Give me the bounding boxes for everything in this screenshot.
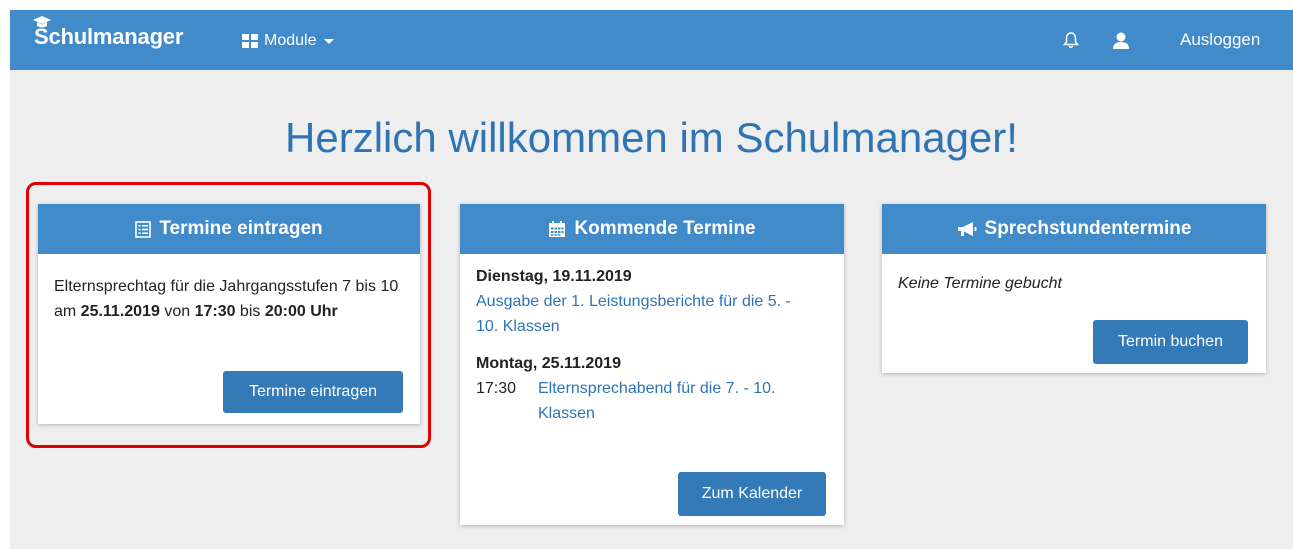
event-group: Montag, 25.11.2019 17:30 Elternsprechabe… (476, 351, 828, 426)
page: Schulmanager Module Ausloggen Herzlich w… (10, 10, 1293, 549)
modules-label: Module (264, 32, 317, 49)
button-label: Zum Kalender (701, 485, 803, 502)
event-link[interactable]: Ausgabe der 1. Leistungsberichte für die… (476, 289, 796, 339)
megaphone-icon (957, 222, 977, 236)
termin-buchen-button[interactable]: Termin buchen (1093, 320, 1248, 364)
logout-link[interactable]: Ausloggen (1180, 10, 1260, 70)
graduation-cap-icon (33, 16, 51, 28)
event-day: Dienstag, 19.11.2019 (476, 268, 632, 285)
notifications-button[interactable] (1063, 10, 1079, 70)
logout-label: Ausloggen (1180, 30, 1261, 49)
brand-logo[interactable]: Schulmanager (33, 16, 184, 50)
empty-state-text: Keine Termine gebucht (898, 275, 1062, 292)
sprechstunden-card: Sprechstundentermine Keine Termine gebuc… (882, 204, 1266, 373)
card-body: Dienstag, 19.11.2019 Ausgabe der 1. Leis… (460, 254, 844, 440)
button-label: Termin buchen (1118, 333, 1223, 350)
card-title: Sprechstundentermine (984, 218, 1192, 239)
calendar-icon (549, 221, 566, 237)
profile-button[interactable] (1113, 10, 1129, 70)
card-body: Keine Termine gebucht (882, 254, 1266, 310)
card-title: Kommende Termine (574, 218, 756, 239)
zum-kalender-button[interactable]: Zum Kalender (678, 472, 826, 516)
card-header: Kommende Termine (460, 204, 844, 254)
kommende-termine-card: Kommende Termine Dienstag, 19.11.2019 Au… (460, 204, 844, 525)
page-title: Herzlich willkommen im Schulmanager! (285, 114, 1018, 161)
user-icon (1113, 32, 1129, 49)
event-group: Dienstag, 19.11.2019 Ausgabe der 1. Leis… (476, 264, 828, 339)
event-day: Montag, 25.11.2019 (476, 355, 621, 372)
card-header: Sprechstundentermine (882, 204, 1266, 254)
event-time: 17:30 (476, 380, 517, 397)
highlight-annotation (26, 182, 431, 448)
grid-icon (242, 34, 258, 48)
brand-text: Schulmanager (34, 24, 184, 49)
top-navbar: Schulmanager Module Ausloggen (10, 10, 1293, 70)
bell-icon (1063, 32, 1079, 48)
modules-menu[interactable]: Module (242, 32, 335, 50)
caret-down-icon (324, 38, 335, 44)
event-row: 17:30 Elternsprechabend für die 7. - 10.… (476, 376, 828, 426)
event-link[interactable]: Elternsprechabend für die 7. - 10. Klass… (538, 376, 788, 426)
